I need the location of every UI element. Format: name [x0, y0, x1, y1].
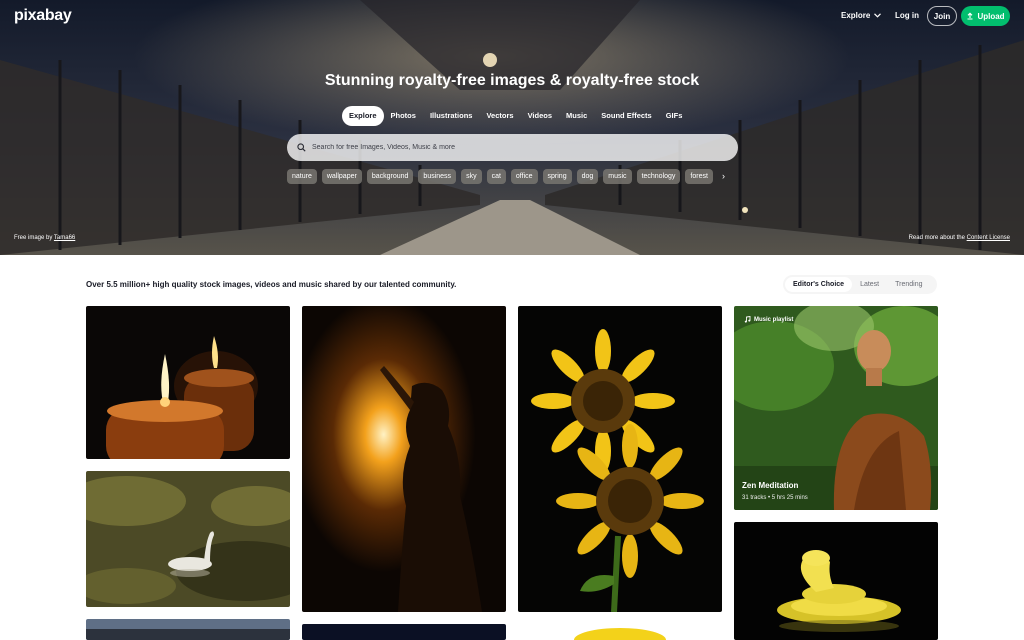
sort-trending[interactable]: Trending — [887, 277, 930, 292]
upload-icon — [967, 12, 973, 20]
image-card-swan[interactable] — [86, 471, 290, 607]
explore-label: Explore — [841, 11, 871, 20]
chip-spring[interactable]: spring — [542, 169, 572, 184]
swan-photo — [86, 471, 290, 607]
tab-photos[interactable]: Photos — [384, 106, 423, 126]
community-tagline: Over 5.5 million+ high quality stock ima… — [86, 280, 457, 289]
chip-background[interactable]: background — [366, 169, 414, 184]
chip-forest[interactable]: forest — [685, 169, 713, 184]
upload-label: Upload — [977, 11, 1005, 21]
tab-vectors[interactable]: Vectors — [479, 106, 520, 126]
tab-videos[interactable]: Videos — [521, 106, 559, 126]
tab-gifs[interactable]: GIFs — [659, 106, 690, 126]
chevron-right-icon[interactable]: › — [722, 171, 725, 181]
license-prefix: Read more about the — [908, 235, 965, 241]
sort-editors-choice[interactable]: Editor's Choice — [785, 277, 853, 292]
woman-silhouette-photo — [302, 306, 506, 612]
image-card-city-night[interactable] — [302, 624, 506, 640]
hero-bridge-image — [0, 0, 1024, 255]
image-card-sunflowers[interactable] — [518, 306, 722, 612]
playlist-meta: 31 tracks • 5 hrs 25 mins — [742, 495, 808, 501]
music-playlist-card[interactable]: Music playlist Zen Meditation 31 tracks … — [734, 306, 938, 510]
chip-nature[interactable]: nature — [287, 169, 317, 184]
trending-search-chips: nature wallpaper background business sky… — [287, 169, 717, 184]
credit-prefix: Free image by — [14, 235, 53, 241]
chevron-down-icon — [874, 13, 882, 18]
chip-cat[interactable]: cat — [486, 169, 506, 184]
tab-sound-effects[interactable]: Sound Effects — [594, 106, 658, 126]
city-night-photo — [302, 624, 506, 640]
content-license-link[interactable]: Content License — [967, 235, 1010, 241]
search-input[interactable] — [312, 144, 712, 151]
chip-office[interactable]: office — [510, 169, 538, 184]
explore-menu[interactable]: Explore — [841, 11, 882, 20]
image-card-candles[interactable] — [86, 306, 290, 459]
playlist-badge-label: Music playlist — [754, 316, 794, 323]
sunset-photo — [86, 619, 290, 640]
sort-latest[interactable]: Latest — [852, 277, 887, 292]
image-card-yellow-snake[interactable] — [734, 522, 938, 640]
tab-illustrations[interactable]: Illustrations — [423, 106, 480, 126]
license-note: Read more about the Content License — [909, 235, 1010, 241]
chip-technology[interactable]: technology — [636, 169, 681, 184]
chip-business[interactable]: business — [418, 169, 457, 184]
playlist-badge: Music playlist — [744, 316, 793, 323]
image-card-sunset[interactable] — [86, 619, 290, 640]
upload-button[interactable]: Upload — [961, 6, 1010, 26]
chip-sky[interactable]: sky — [461, 169, 482, 184]
search-bar — [287, 134, 738, 161]
image-card-woman-light[interactable] — [302, 306, 506, 612]
top-navigation: pixabay Explore Log in Join Upload — [0, 0, 1024, 32]
sunflowers-photo — [518, 306, 722, 612]
login-link[interactable]: Log in — [895, 11, 919, 20]
playlist-title: Zen Meditation — [742, 481, 799, 490]
hero-banner: pixabay Explore Log in Join Upload Stunn… — [0, 0, 1024, 255]
pixabay-logo[interactable]: pixabay — [14, 7, 72, 25]
hero-headline: Stunning royalty-free images & royalty-f… — [324, 72, 700, 89]
media-type-tabs: Explore Photos Illustrations Vectors Vid… — [342, 106, 689, 126]
tab-music[interactable]: Music — [559, 106, 594, 126]
candles-photo — [86, 306, 290, 459]
music-note-icon — [744, 316, 751, 323]
yellow-snake-photo — [734, 522, 938, 640]
tab-explore[interactable]: Explore — [342, 106, 384, 126]
search-icon — [297, 143, 306, 152]
sort-toggle: Editor's Choice Latest Trending — [783, 275, 937, 294]
chip-dog[interactable]: dog — [576, 169, 599, 184]
chip-music[interactable]: music — [603, 169, 632, 184]
image-card-yellow-graphic[interactable] — [518, 624, 722, 640]
credit-author-link[interactable]: Tama66 — [54, 235, 75, 241]
image-credit: Free image by Tama66 — [14, 235, 75, 241]
yellow-graphic-image — [518, 624, 722, 640]
join-button[interactable]: Join — [927, 6, 957, 26]
monk-meditation-photo — [734, 306, 938, 510]
chip-wallpaper[interactable]: wallpaper — [321, 169, 362, 184]
